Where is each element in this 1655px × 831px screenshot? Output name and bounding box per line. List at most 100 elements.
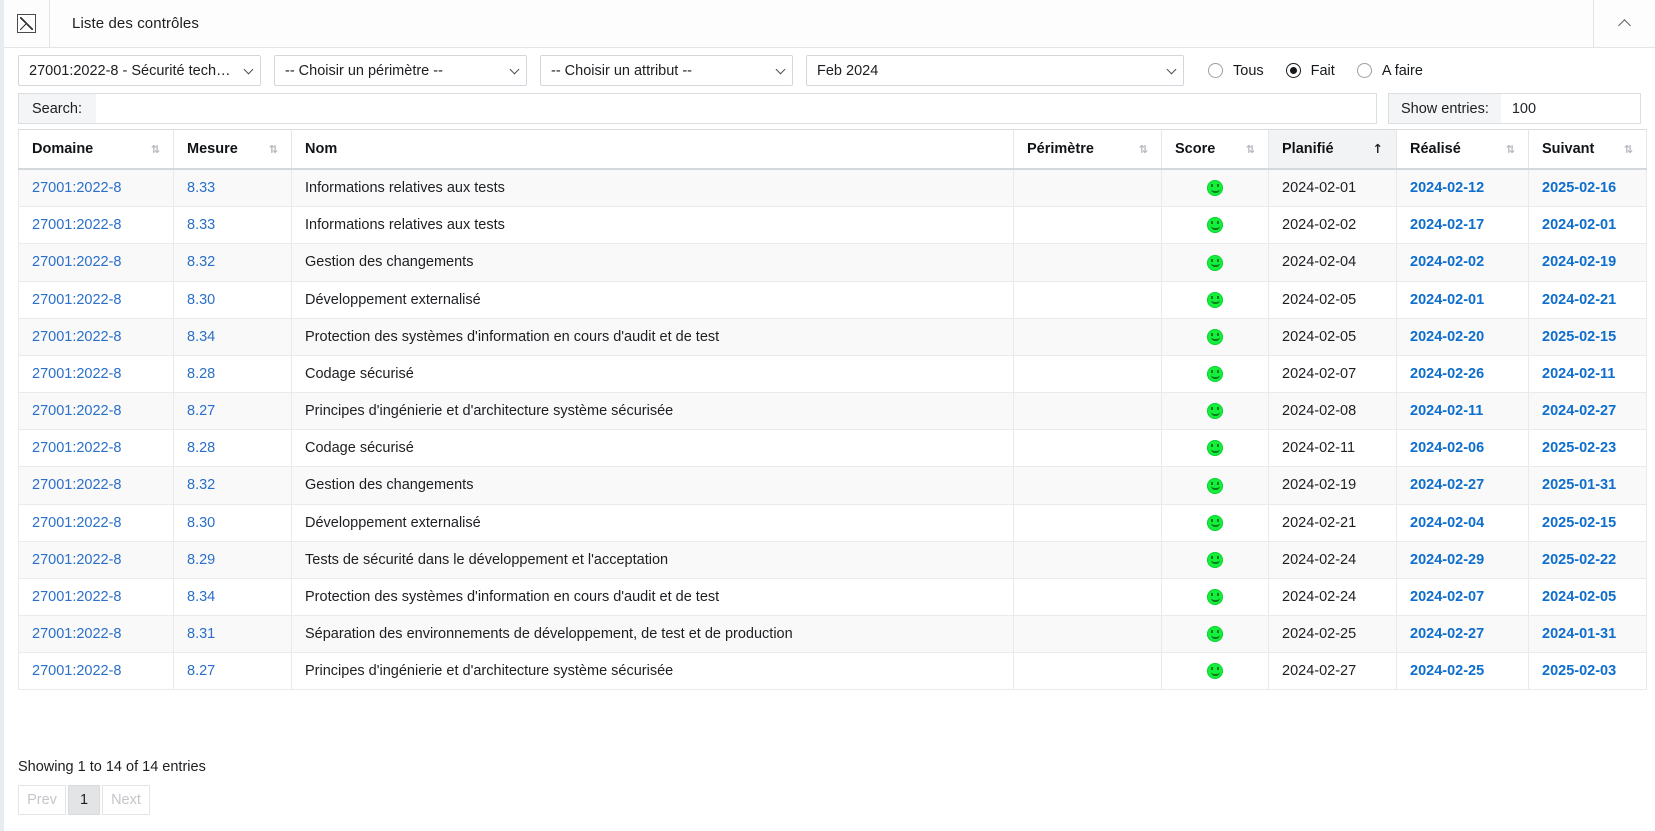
domaine-link[interactable]: 27001:2022-8 xyxy=(32,403,122,419)
realise-link[interactable]: 2024-02-06 xyxy=(1410,440,1484,456)
table-row: 27001:2022-8 8.29 Tests de sécurité dans l… xyxy=(18,540,1647,579)
col-header-suivant[interactable]: Suivant ⇅ xyxy=(1528,129,1647,170)
mesure-link[interactable]: 8.32 xyxy=(187,477,215,493)
col-header-mesure[interactable]: Mesure ⇅ xyxy=(173,129,292,170)
perimeter-select[interactable]: -- Choisir un périmètre -- xyxy=(274,55,527,86)
radio-fait[interactable] xyxy=(1285,63,1301,78)
domaine-link[interactable]: 27001:2022-8 xyxy=(32,477,122,493)
cell-score xyxy=(1161,577,1269,617)
realise-link[interactable]: 2024-02-27 xyxy=(1410,477,1484,493)
suivant-link[interactable]: 2024-02-05 xyxy=(1542,589,1616,605)
domaine-link[interactable]: 27001:2022-8 xyxy=(32,589,122,605)
suivant-link[interactable]: 2025-02-15 xyxy=(1542,329,1616,345)
realise-link[interactable]: 2024-02-26 xyxy=(1410,366,1484,382)
pagination-next[interactable]: Next xyxy=(102,785,150,815)
realise-link[interactable]: 2024-02-25 xyxy=(1410,663,1484,679)
radio-a-faire[interactable] xyxy=(1356,63,1372,78)
domaine-link[interactable]: 27001:2022-8 xyxy=(32,440,122,456)
realise-link[interactable]: 2024-02-04 xyxy=(1410,515,1484,531)
attribute-select[interactable]: -- Choisir un attribut -- xyxy=(540,55,793,86)
col-header-nom[interactable]: Nom xyxy=(291,129,1014,170)
domaine-link[interactable]: 27001:2022-8 xyxy=(32,329,122,345)
mesure-link[interactable]: 8.27 xyxy=(187,663,215,679)
domain-select[interactable]: 27001:2022-8 - Sécurité technique xyxy=(18,55,261,86)
realise-link[interactable]: 2024-02-12 xyxy=(1410,180,1484,196)
suivant-link[interactable]: 2025-01-31 xyxy=(1542,477,1616,493)
cell-mesure: 8.28 xyxy=(173,429,292,468)
suivant-link[interactable]: 2025-02-23 xyxy=(1542,440,1616,456)
domaine-link[interactable]: 27001:2022-8 xyxy=(32,552,122,568)
cell-realise: 2024-02-06 xyxy=(1396,429,1529,468)
mesure-link[interactable]: 8.28 xyxy=(187,366,215,382)
suivant-link[interactable]: 2025-02-16 xyxy=(1542,180,1616,196)
cell-domaine: 27001:2022-8 xyxy=(18,429,174,468)
cell-domaine: 27001:2022-8 xyxy=(18,168,174,208)
cell-nom: Protection des systèmes d'information en… xyxy=(291,317,1014,356)
col-header-score[interactable]: Score ⇅ xyxy=(1161,129,1269,170)
collapse-panel-button[interactable] xyxy=(1593,0,1655,47)
realise-link[interactable]: 2024-02-01 xyxy=(1410,292,1484,308)
mesure-link[interactable]: 8.34 xyxy=(187,329,215,345)
suivant-link[interactable]: 2025-02-03 xyxy=(1542,663,1616,679)
radio-tous[interactable] xyxy=(1208,63,1223,78)
suivant-link[interactable]: 2025-02-22 xyxy=(1542,552,1616,568)
mesure-link[interactable]: 8.33 xyxy=(187,180,215,196)
pagination-page-1[interactable]: 1 xyxy=(68,785,100,815)
domaine-link[interactable]: 27001:2022-8 xyxy=(32,366,122,382)
col-header-realise[interactable]: Réalisé ⇅ xyxy=(1396,129,1529,170)
mesure-link[interactable]: 8.32 xyxy=(187,254,215,270)
suivant-link[interactable]: 2024-01-31 xyxy=(1542,626,1616,642)
col-header-perimetre[interactable]: Périmètre ⇅ xyxy=(1013,129,1162,170)
domaine-link[interactable]: 27001:2022-8 xyxy=(32,515,122,531)
mesure-link[interactable]: 8.29 xyxy=(187,552,215,568)
sort-both-icon: ⇅ xyxy=(1245,142,1255,156)
col-header-domaine[interactable]: Domaine ⇅ xyxy=(18,129,174,170)
domaine-link[interactable]: 27001:2022-8 xyxy=(32,180,122,196)
cell-mesure: 8.28 xyxy=(173,354,292,394)
domaine-link[interactable]: 27001:2022-8 xyxy=(32,254,122,270)
mesure-link[interactable]: 8.30 xyxy=(187,292,215,308)
suivant-link[interactable]: 2024-02-01 xyxy=(1542,217,1616,233)
realise-link[interactable]: 2024-02-17 xyxy=(1410,217,1484,233)
domaine-link[interactable]: 27001:2022-8 xyxy=(32,292,122,308)
cell-suivant: 2024-02-11 xyxy=(1528,354,1647,394)
mesure-link[interactable]: 8.27 xyxy=(187,403,215,419)
suivant-link[interactable]: 2025-02-15 xyxy=(1542,515,1616,531)
show-entries-select[interactable]: 100 xyxy=(1501,94,1640,123)
realise-link[interactable]: 2024-02-27 xyxy=(1410,626,1484,642)
mesure-link[interactable]: 8.28 xyxy=(187,440,215,456)
col-header-planifie[interactable]: Planifié ↑ xyxy=(1268,129,1397,170)
mesure-link[interactable]: 8.30 xyxy=(187,515,215,531)
suivant-link[interactable]: 2024-02-27 xyxy=(1542,403,1616,419)
mesure-link[interactable]: 8.33 xyxy=(187,217,215,233)
realise-link[interactable]: 2024-02-02 xyxy=(1410,254,1484,270)
cell-domaine: 27001:2022-8 xyxy=(18,540,174,579)
cell-perimetre xyxy=(1013,317,1162,356)
sort-both-icon: ⇅ xyxy=(268,142,278,156)
realise-link[interactable]: 2024-02-29 xyxy=(1410,552,1484,568)
cell-score xyxy=(1161,168,1269,208)
pagination-prev[interactable]: Prev xyxy=(18,785,66,815)
green-smiley-icon xyxy=(1207,291,1223,308)
domaine-link[interactable]: 27001:2022-8 xyxy=(32,217,122,233)
cell-nom: Tests de sécurité dans le développement … xyxy=(291,540,1014,579)
domaine-link[interactable]: 27001:2022-8 xyxy=(32,626,122,642)
suivant-link[interactable]: 2024-02-19 xyxy=(1542,254,1616,270)
mesure-link[interactable]: 8.31 xyxy=(187,626,215,642)
green-smiley-icon xyxy=(1207,440,1223,457)
mesure-link[interactable]: 8.34 xyxy=(187,589,215,605)
table-row: 27001:2022-8 8.30 Développement externalis… xyxy=(18,280,1647,319)
table-row: 27001:2022-8 8.28 Codage sécurisé 2024-02-0… xyxy=(18,354,1647,394)
realise-link[interactable]: 2024-02-07 xyxy=(1410,589,1484,605)
suivant-link[interactable]: 2024-02-11 xyxy=(1542,366,1615,382)
cell-domaine: 27001:2022-8 xyxy=(18,392,174,431)
cell-perimetre xyxy=(1013,615,1162,654)
realise-link[interactable]: 2024-02-11 xyxy=(1410,403,1483,419)
cell-realise: 2024-02-07 xyxy=(1396,577,1529,617)
chart-app-icon xyxy=(17,14,36,33)
realise-link[interactable]: 2024-02-20 xyxy=(1410,329,1484,345)
domaine-link[interactable]: 27001:2022-8 xyxy=(32,663,122,679)
search-input[interactable] xyxy=(95,94,1376,123)
period-select[interactable]: Feb 2024 xyxy=(806,55,1184,86)
suivant-link[interactable]: 2024-02-21 xyxy=(1542,292,1616,308)
